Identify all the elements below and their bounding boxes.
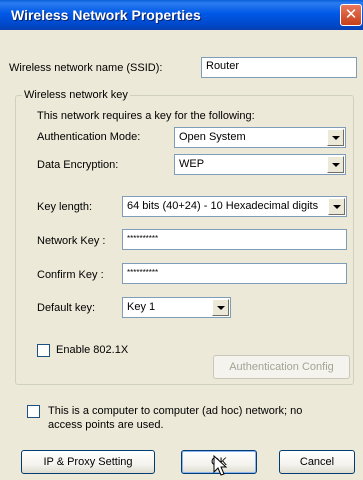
key-length-select[interactable]: 64 bits (40+24) - 10 Hexadecimal digits	[122, 196, 347, 217]
chevron-down-icon[interactable]	[328, 198, 345, 215]
key-length-label: Key length:	[37, 201, 93, 213]
chevron-down-icon[interactable]	[327, 156, 344, 173]
window-title: Wireless Network Properties	[11, 7, 201, 23]
ssid-input[interactable]: Router	[201, 57, 357, 78]
adhoc-checkbox[interactable]	[27, 405, 40, 418]
network-key-label: Network Key :	[37, 235, 106, 247]
chevron-down-icon[interactable]	[327, 129, 344, 146]
default-key-select[interactable]: Key 1	[122, 297, 231, 318]
adhoc-label-line1: This is a computer to computer (ad hoc) …	[48, 405, 303, 417]
enable-8021x-checkbox[interactable]	[37, 344, 50, 357]
ip-proxy-button[interactable]: IP & Proxy Setting	[21, 450, 155, 474]
default-key-value: Key 1	[127, 301, 156, 313]
confirm-key-input[interactable]: **********	[122, 263, 347, 284]
auth-mode-value: Open System	[179, 131, 246, 143]
mouse-pointer-icon	[213, 455, 228, 476]
key-length-value: 64 bits (40+24) - 10 Hexadecimal digits	[127, 200, 319, 212]
auth-mode-select[interactable]: Open System	[174, 127, 346, 148]
close-icon: ✕	[344, 5, 358, 23]
network-key-input[interactable]: **********	[122, 229, 347, 250]
adhoc-label-line2: access points are used.	[48, 419, 164, 431]
auth-config-button[interactable]: Authentication Config	[213, 355, 350, 379]
auth-mode-label: Authentication Mode:	[37, 131, 141, 143]
confirm-key-label: Confirm Key :	[37, 269, 104, 281]
default-key-label: Default key:	[37, 302, 96, 314]
chevron-down-icon[interactable]	[212, 299, 229, 316]
cancel-button[interactable]: Cancel	[279, 450, 355, 474]
encryption-select[interactable]: WEP	[174, 154, 346, 175]
encryption-value: WEP	[179, 158, 205, 170]
close-button[interactable]: ✕	[340, 4, 362, 26]
encryption-label: Data Encryption:	[37, 159, 119, 171]
enable-8021x-label: Enable 802.1X	[56, 344, 129, 356]
group-legend: Wireless network key	[22, 89, 130, 101]
ssid-label: Wireless network name (SSID):	[9, 62, 163, 74]
title-bar: Wireless Network Properties	[0, 0, 363, 30]
key-description: This network requires a key for the foll…	[37, 110, 255, 122]
